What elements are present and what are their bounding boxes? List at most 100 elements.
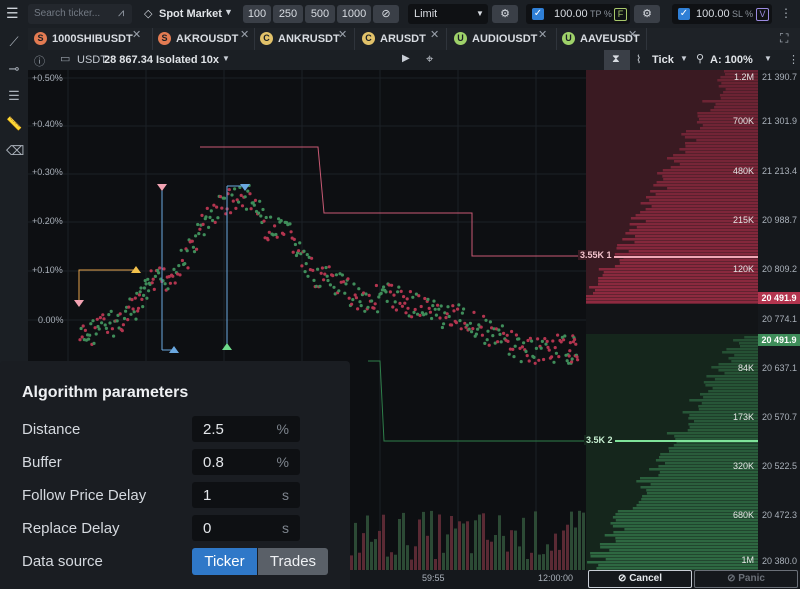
data-source-ticker-button[interactable]: Ticker (192, 548, 257, 575)
more-icon[interactable]: ⋮ (780, 6, 792, 20)
qty-button-500[interactable]: 500 (305, 5, 335, 23)
data-source-trades-button[interactable]: Trades (258, 548, 328, 575)
fullscreen-icon[interactable]: ⛶ (780, 31, 788, 46)
percent-tick: +0.30% (32, 167, 63, 177)
trade-dot (457, 303, 461, 307)
market-select[interactable]: ◇ Spot Market ▼ (140, 4, 236, 24)
volume-bar (546, 544, 549, 570)
sl-label: SL % (732, 9, 754, 19)
panic-button[interactable]: ⊘ Panic (694, 570, 798, 588)
trade-dot (442, 322, 446, 326)
price-tick: 20 637.1 (762, 363, 798, 373)
close-icon[interactable]: ✕ (628, 28, 637, 41)
hourglass-icon[interactable]: ⧗ (604, 50, 630, 70)
qty-button-100[interactable]: 100 (243, 5, 271, 23)
bid-depth-bar (610, 522, 758, 525)
info-icon[interactable]: ⓘ (34, 53, 45, 69)
aggregation-select[interactable]: ⌇ Tick ▼ (636, 50, 692, 70)
volume-bar (466, 521, 469, 570)
more-icon[interactable]: ⋮ (788, 53, 799, 66)
volume-bar (374, 539, 377, 570)
trade-dot (438, 316, 442, 320)
panel-title: Algorithm parameters (22, 384, 189, 401)
volume-bar (498, 515, 501, 570)
settings-icon[interactable]: ⚙ (492, 5, 518, 23)
menu-icon[interactable]: ☰ (6, 6, 20, 20)
trade-dot (220, 206, 224, 210)
price-tick: 20 472.3 (762, 510, 798, 520)
ruler-icon[interactable]: 📏 (6, 116, 22, 132)
sl-field[interactable]: ✓ 100.00 SL % V (672, 4, 772, 24)
trade-dot (98, 316, 102, 320)
order-type-select[interactable]: Limit ▼ (408, 4, 488, 24)
close-icon[interactable]: ✕ (240, 28, 249, 41)
volume-bar (550, 550, 553, 570)
bid-depth-bar (641, 498, 758, 501)
tp-checkbox[interactable]: ✓ (532, 8, 544, 20)
trade-dot (460, 311, 464, 315)
bid-depth-bar (698, 408, 758, 411)
close-icon[interactable]: ✕ (430, 28, 439, 41)
close-icon[interactable]: ✕ (538, 28, 547, 41)
trade-dot (152, 287, 156, 291)
qty-button-1000[interactable]: 1000 (337, 5, 371, 23)
trade-dot (498, 332, 502, 336)
cancel-button[interactable]: ⊘ Cancel (588, 570, 692, 588)
distance-unit: % (276, 421, 289, 437)
trade-dot (359, 304, 363, 308)
trade-dot (264, 215, 268, 220)
volume-bar (366, 515, 369, 570)
trade-dot (406, 306, 410, 310)
order-book[interactable]: 3.55K 1 3.5K 2 1.2M 700K 480K 215K 120K … (578, 70, 758, 570)
crosshair-icon[interactable]: ⌖ (426, 51, 433, 67)
volume-bar (382, 514, 385, 570)
play-icon[interactable]: ▶ (402, 53, 410, 64)
buffer-unit: % (276, 454, 289, 470)
trendline-icon[interactable]: ⟋ (6, 34, 22, 50)
trade-dot (101, 313, 105, 317)
block-icon[interactable]: ⊘ (373, 5, 399, 23)
settings-icon[interactable]: ⚙ (634, 5, 660, 23)
search-field[interactable]: Search ticker... ⩘ (28, 4, 132, 24)
margin-mode-select[interactable]: Isolated 10x ▼ (156, 50, 232, 70)
ask-depth-bar (674, 160, 758, 163)
trade-dot (229, 211, 233, 215)
ask-depth-bar (650, 190, 758, 193)
volume-bar (502, 535, 505, 570)
ask-order-line[interactable] (200, 146, 586, 257)
trade-dot (354, 296, 358, 300)
volume-bar (406, 545, 409, 570)
ask-depth-bar (616, 247, 758, 250)
trade-dot (347, 296, 351, 300)
ask-depth-bar (723, 91, 758, 94)
horizontal-line-icon[interactable]: ⊸ (6, 61, 22, 77)
replace-delay-field[interactable]: 0 s (192, 515, 300, 541)
chart-icon[interactable]: ⩘ (118, 7, 124, 20)
close-icon[interactable]: ✕ (132, 28, 141, 41)
trade-dot (134, 317, 138, 321)
volume-bar (582, 512, 585, 570)
follow-price-delay-field[interactable]: 1 s (192, 482, 300, 508)
qty-button-250[interactable]: 250 (273, 5, 303, 23)
tp-field[interactable]: ✓ 100.00 TP % F (526, 4, 630, 24)
ask-depth-bar (629, 229, 758, 232)
trade-dot (325, 274, 329, 278)
trade-dot (106, 330, 110, 334)
ask-depth-bar (719, 94, 758, 97)
volume-bar (422, 511, 425, 570)
distance-field[interactable]: 2.5 % (192, 416, 300, 442)
trade-dot (246, 189, 250, 193)
trade-dot (201, 222, 205, 226)
close-icon[interactable]: ✕ (338, 28, 347, 41)
sl-checkbox[interactable]: ✓ (678, 8, 690, 20)
bid-order-line[interactable] (368, 360, 586, 442)
time-tick: 12:00:00 (538, 573, 574, 583)
trade-dot (311, 268, 315, 272)
parallel-lines-icon[interactable]: ☰ (6, 88, 22, 104)
zoom-select[interactable]: ⚲ A: 100% ▼ (696, 50, 776, 70)
eraser-icon[interactable]: ⌫ (6, 143, 24, 159)
volume-bar (446, 534, 449, 570)
trade-dot (491, 334, 495, 338)
chevron-down-icon: ▼ (764, 54, 772, 63)
buffer-field[interactable]: 0.8 % (192, 449, 300, 475)
